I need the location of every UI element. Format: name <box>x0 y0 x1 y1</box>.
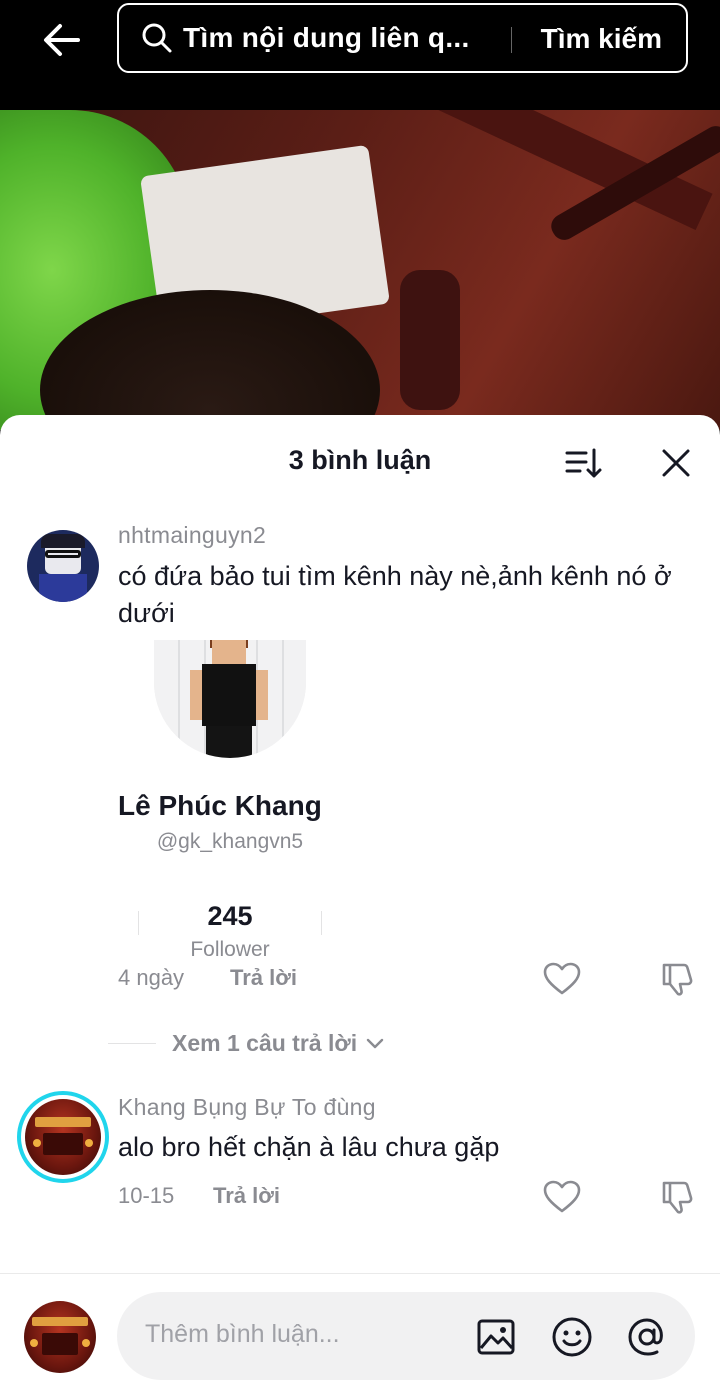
search-divider <box>511 27 512 53</box>
avatar-temple-lantern <box>82 1339 90 1347</box>
dislike-icon <box>662 963 693 996</box>
image-icon <box>477 1319 515 1355</box>
search-input[interactable]: Tìm nội dung liên q... <box>183 22 483 54</box>
profile-card-stat: 245 Follower <box>138 893 322 961</box>
avatar-temple-lantern <box>85 1139 93 1147</box>
dislike-button[interactable] <box>658 961 698 997</box>
view-replies-label: Xem 1 câu trả lời <box>172 1029 358 1056</box>
profile-figure-body <box>202 664 256 726</box>
follower-label: Follower <box>190 938 270 961</box>
comment-text: alo bro hết chặn à lâu chưa gặp <box>118 1132 500 1162</box>
back-arrow-icon <box>44 24 80 56</box>
avatar-figure-hair <box>41 534 85 548</box>
profile-figure-arm <box>256 670 268 720</box>
dislike-icon <box>662 1181 693 1214</box>
heart-icon <box>543 1180 581 1213</box>
comment-username[interactable]: Khang Bụng Bự To đùng <box>118 1094 376 1121</box>
chevron-down-icon <box>366 1038 384 1049</box>
heart-icon <box>543 962 581 995</box>
sort-icon <box>565 448 602 478</box>
view-replies-line <box>108 1042 156 1044</box>
avatar-figure-body <box>39 574 87 602</box>
stat-divider <box>321 911 322 935</box>
profile-card-name: Lê Phúc Khang <box>118 790 322 821</box>
video-wood-shape <box>400 270 460 410</box>
avatar-temple-lantern <box>33 1139 41 1147</box>
like-button[interactable] <box>542 1179 582 1215</box>
avatar-temple-door <box>43 1133 83 1155</box>
video-background[interactable] <box>0 110 720 430</box>
comment-input-placeholder: Thêm bình luận... <box>145 1320 340 1348</box>
follower-count: 245 <box>207 901 253 931</box>
comments-sheet: 3 bình luận nhtmainguyn2 có đứa bảo tui … <box>0 415 720 1380</box>
profile-figure-legs <box>206 726 252 758</box>
avatar-figure-glasses <box>45 550 81 558</box>
profile-card-handle: @gk_khangvn5 <box>156 830 304 853</box>
top-bar: Tìm nội dung liên q... Tìm kiếm <box>0 0 720 110</box>
current-user-avatar[interactable] <box>24 1301 96 1373</box>
comment-text: có đứa bảo tui tìm kênh này nè,ảnh kênh … <box>118 561 672 628</box>
dislike-button[interactable] <box>658 1179 698 1215</box>
profile-card-avatar <box>154 640 306 758</box>
like-button[interactable] <box>542 961 582 997</box>
avatar-temple-roof <box>32 1317 88 1326</box>
comment-composer: Thêm bình luận... <box>0 1273 720 1380</box>
avatar[interactable] <box>27 530 99 602</box>
emoji-icon <box>552 1317 592 1357</box>
comment-username[interactable]: nhtmainguyn2 <box>118 522 266 549</box>
back-button[interactable] <box>36 14 88 66</box>
avatar-temple-door <box>42 1333 78 1355</box>
comments-count-title: 3 bình luận <box>288 445 432 475</box>
sort-button[interactable] <box>564 445 604 481</box>
avatar-temple-roof <box>35 1117 91 1127</box>
reply-button[interactable]: Trả lời <box>230 965 297 991</box>
mention-button[interactable] <box>624 1314 670 1360</box>
close-icon <box>662 449 690 477</box>
profile-figure-arm <box>190 670 202 720</box>
reply-button[interactable]: Trả lời <box>213 1183 280 1209</box>
avatar-temple-lantern <box>30 1339 38 1347</box>
search-submit-button[interactable]: Tìm kiếm <box>541 23 662 55</box>
close-button[interactable] <box>658 445 694 481</box>
comment-time: 10-15 <box>118 1183 175 1208</box>
emoji-button[interactable] <box>549 1314 595 1360</box>
search-box[interactable]: Tìm nội dung liên q... Tìm kiếm <box>117 3 688 73</box>
profile-figure-head <box>212 640 246 664</box>
comment-time: 4 ngày <box>118 965 185 990</box>
view-replies-button[interactable]: Xem 1 câu trả lời <box>108 1027 385 1059</box>
comment-input[interactable]: Thêm bình luận... <box>117 1292 695 1380</box>
avatar-image <box>25 1099 101 1175</box>
at-icon <box>628 1318 663 1356</box>
search-icon <box>142 23 172 53</box>
avatar[interactable] <box>17 1091 109 1183</box>
image-button[interactable] <box>473 1314 519 1360</box>
